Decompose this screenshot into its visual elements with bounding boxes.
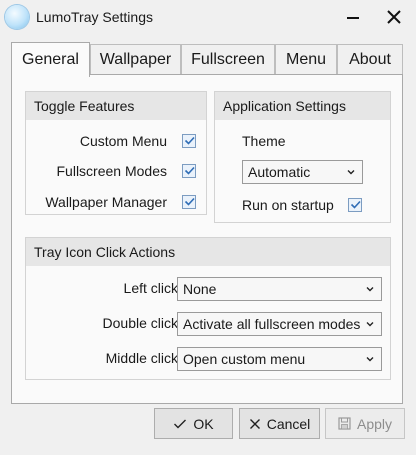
- fullscreen-modes-row: Fullscreen Modes: [56, 163, 196, 179]
- app-settings-heading: Application Settings: [215, 92, 390, 120]
- cancel-button[interactable]: Cancel: [239, 408, 320, 439]
- chevron-down-icon: [366, 322, 374, 327]
- left-click-select[interactable]: None: [177, 277, 382, 301]
- toggle-features-heading: Toggle Features: [26, 92, 206, 120]
- minimize-button[interactable]: [333, 0, 373, 34]
- general-tab-panel: Toggle Features Custom Menu Fullscreen M…: [11, 74, 403, 404]
- tab-fullscreen[interactable]: Fullscreen: [181, 44, 275, 75]
- middle-click-label: Middle click: [105, 350, 178, 366]
- tray-actions-heading: Tray Icon Click Actions: [26, 238, 390, 266]
- chevron-down-icon: [366, 357, 374, 362]
- close-button[interactable]: [374, 0, 414, 34]
- wallpaper-manager-row: Wallpaper Manager: [45, 194, 196, 210]
- minimize-icon: [347, 17, 359, 19]
- tab-strip: General Wallpaper Fullscreen Menu About: [11, 42, 403, 77]
- run-on-startup-row: Run on startup: [242, 197, 362, 213]
- check-icon: [173, 418, 187, 430]
- check-icon: [350, 200, 361, 209]
- custom-menu-checkbox[interactable]: [182, 134, 196, 148]
- close-icon: [387, 10, 401, 24]
- window-title: LumoTray Settings: [36, 9, 153, 25]
- tray-actions-group: Tray Icon Click Actions Left click None …: [25, 237, 391, 380]
- title-bar: LumoTray Settings: [0, 0, 416, 34]
- custom-menu-label: Custom Menu: [79, 133, 167, 149]
- double-click-select[interactable]: Activate all fullscreen modes: [177, 312, 382, 336]
- app-settings-group: Application Settings Theme Automatic Run…: [214, 91, 391, 223]
- apply-label: Apply: [356, 415, 393, 432]
- run-on-startup-checkbox[interactable]: [347, 198, 362, 212]
- run-on-startup-label: Run on startup: [242, 197, 334, 213]
- double-click-value: Activate all fullscreen modes: [183, 316, 361, 332]
- ok-label: OK: [193, 415, 214, 432]
- apply-button[interactable]: Apply: [325, 408, 405, 439]
- theme-select-value: Automatic: [248, 164, 311, 180]
- check-icon: [184, 136, 195, 145]
- left-click-value: None: [183, 281, 217, 297]
- x-icon: [249, 418, 261, 430]
- check-icon: [184, 166, 195, 175]
- theme-label: Theme: [242, 133, 286, 149]
- ok-button[interactable]: OK: [154, 408, 233, 439]
- double-click-label: Double click: [102, 315, 178, 331]
- cancel-label: Cancel: [266, 415, 311, 432]
- custom-menu-row: Custom Menu: [80, 133, 196, 149]
- left-click-label: Left click: [123, 280, 178, 296]
- fullscreen-modes-label: Fullscreen Modes: [56, 163, 168, 179]
- chevron-down-icon: [347, 170, 355, 175]
- tab-menu[interactable]: Menu: [275, 44, 337, 75]
- wallpaper-manager-checkbox[interactable]: [182, 195, 196, 209]
- wallpaper-manager-label: Wallpaper Manager: [45, 194, 167, 210]
- chevron-down-icon: [366, 287, 374, 292]
- tab-wallpaper[interactable]: Wallpaper: [90, 44, 181, 75]
- app-icon: [5, 5, 29, 29]
- tab-general[interactable]: General: [11, 42, 90, 77]
- fullscreen-modes-checkbox[interactable]: [182, 164, 196, 178]
- save-icon: [338, 417, 351, 430]
- check-icon: [184, 197, 195, 206]
- middle-click-select[interactable]: Open custom menu: [177, 347, 382, 371]
- toggle-features-group: Toggle Features Custom Menu Fullscreen M…: [25, 91, 207, 215]
- tab-about[interactable]: About: [337, 44, 403, 75]
- theme-select[interactable]: Automatic: [242, 160, 363, 184]
- middle-click-value: Open custom menu: [183, 351, 306, 367]
